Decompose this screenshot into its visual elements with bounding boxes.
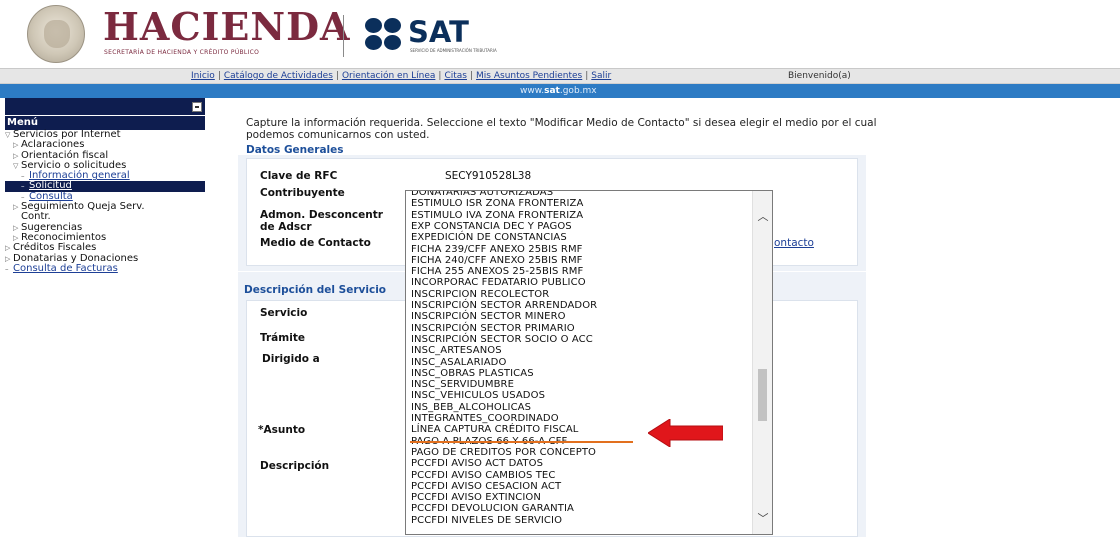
tramite-label: Trámite <box>260 332 305 344</box>
sidebar-menu: Menú ▽ Servicios por Internet ▷ Aclaracion… <box>5 98 205 274</box>
dropdown-option[interactable]: ESTIMULO ISR ZONA FRONTERIZA <box>411 198 583 209</box>
dropdown-option[interactable]: INSCRIPCIÓN SECTOR PRIMARIO <box>411 323 575 334</box>
nav-link-orientacion[interactable]: Orientación en Línea <box>342 71 435 81</box>
modificar-medio-contacto-link[interactable]: ontacto <box>774 237 814 249</box>
dropdown-option[interactable]: FICHA 239/CFF ANEXO 25BIS RMF <box>411 244 583 255</box>
contribuyente-label: Contribuyente <box>260 187 345 199</box>
nav-link-inicio[interactable]: Inicio <box>191 71 215 81</box>
dropdown-option[interactable]: PCCFDI NIVELES DE SERVICIO <box>411 515 562 526</box>
site-header: HACIENDA SECRETARÍA DE HACIENDA Y CRÉDIT… <box>0 0 1120 68</box>
dropdown-option[interactable]: INSC_ASALARIADO <box>411 357 506 368</box>
dropdown-option[interactable]: INS_BEB_ALCOHOLICAS <box>411 402 531 413</box>
highlight-underline <box>410 441 633 443</box>
dropdown-option[interactable]: PCCFDI AVISO EXTINCION <box>411 492 541 503</box>
scrollbar-thumb[interactable] <box>758 369 767 421</box>
dropdown-option[interactable]: INSC_VEHICULOS USADOS <box>411 390 545 401</box>
dropdown-option[interactable]: INSC_OBRAS PLASTICAS <box>411 368 534 379</box>
dropdown-scrollbar[interactable]: ︿ ﹀ <box>752 191 772 534</box>
dropdown-option[interactable]: INSC_ARTESANOS <box>411 345 502 356</box>
sat-title: SAT <box>408 15 469 49</box>
dirigido-a-label: Dirigido a <box>262 353 320 365</box>
hacienda-title: HACIENDA <box>103 4 351 49</box>
dropdown-option[interactable]: INCORPORAC FEDATARIO PUBLICO <box>411 277 586 288</box>
nav-link-salir[interactable]: Salir <box>591 71 611 81</box>
dropdown-option[interactable]: INTEGRANTES_COORDINADO <box>411 413 559 424</box>
dropdown-option[interactable]: DONATARIAS AUTORIZADAS <box>411 191 553 198</box>
top-navigation: Inicio | Catálogo de Actividades | Orientaci… <box>0 68 1120 84</box>
dropdown-option[interactable]: INSCRIPCION RECOLECTOR <box>411 289 549 300</box>
descripcion-label: Descripción <box>260 460 330 472</box>
sat-logo-icon <box>365 18 405 52</box>
nav-link-asuntos-pendientes[interactable]: Mis Asuntos Pendientes <box>476 71 582 81</box>
dropdown-option[interactable]: INSC_SERVIDUMBRE <box>411 379 514 390</box>
dropdown-option[interactable]: ESTIMULO IVA ZONA FRONTERIZA <box>411 210 583 221</box>
asunto-label: *Asunto <box>258 424 306 436</box>
dropdown-option[interactable]: PCCFDI AVISO ACT DATOS <box>411 458 543 469</box>
dropdown-option[interactable]: PCCFDI AVISO CESACION ACT <box>411 481 561 492</box>
dropdown-option[interactable]: FICHA 255 ANEXOS 25-25BIS RMF <box>411 266 583 277</box>
nav-link-citas[interactable]: Citas <box>444 71 467 81</box>
collapse-menu-icon[interactable] <box>192 102 202 112</box>
admon-label: Admon. Desconcentr <box>260 209 383 221</box>
sidebar-header <box>5 98 205 116</box>
scroll-up-icon[interactable]: ︿ <box>757 211 769 223</box>
dropdown-option[interactable]: EXP CONSTANCIA DEC Y PAGOS <box>411 221 572 232</box>
nav-link-catalogo[interactable]: Catálogo de Actividades <box>224 71 333 81</box>
site-url[interactable]: www.sat.gob.mx <box>520 85 597 97</box>
red-arrow-icon <box>648 419 723 447</box>
hacienda-subtitle: SECRETARÍA DE HACIENDA Y CRÉDITO PÚBLICO <box>104 49 260 56</box>
dropdown-option[interactable]: PCCFDI DEVOLUCION GARANTIA <box>411 503 574 514</box>
scroll-down-icon[interactable]: ﹀ <box>757 513 769 525</box>
site-url-band: www.sat.gob.mx <box>0 84 1120 98</box>
dropdown-option[interactable]: EXPEDICIÓN DE CONSTANCIAS <box>411 232 567 243</box>
intro-text: Capture la información requerida. Selecc… <box>246 117 877 141</box>
welcome-text: Bienvenido(a) <box>788 71 851 81</box>
rfc-label: Clave de RFC <box>260 170 338 182</box>
header-divider <box>343 15 344 57</box>
rfc-value: SECY910528L38 <box>445 170 532 182</box>
asunto-dropdown-list[interactable]: DONATARIAS AUTORIZADAS ESTIMULO ISR ZONA … <box>405 190 773 535</box>
admon-label-cont: de Adscr <box>260 221 312 233</box>
descripcion-servicio-title: Descripción del Servicio <box>244 284 387 296</box>
dropdown-option[interactable]: FICHA 240/CFF ANEXO 25BIS RMF <box>411 255 583 266</box>
menu-title: Menú <box>5 116 205 130</box>
top-nav-links: Inicio | Catálogo de Actividades | Orientaci… <box>191 71 612 81</box>
dropdown-option[interactable]: LÍNEA CAPTURA CRÉDITO FISCAL <box>411 424 578 435</box>
medio-contacto-label: Medio de Contacto <box>260 237 371 249</box>
dropdown-option[interactable]: PAGO DE CREDITOS POR CONCEPTO <box>411 447 596 458</box>
sat-subtitle: SERVICIO DE ADMINISTRACIÓN TRIBUTARIA <box>410 48 497 53</box>
national-seal-logo <box>27 5 85 63</box>
dropdown-option[interactable]: INSCRIPCIÓN SECTOR SOCIO O ACC <box>411 334 593 345</box>
dropdown-option[interactable]: INSCRIPCIÓN SECTOR MINERO <box>411 311 566 322</box>
dropdown-option[interactable]: INSCRIPCIÓN SECTOR ARRENDADOR <box>411 300 597 311</box>
sidebar-item-consulta-facturas[interactable]: – Consulta de Facturas <box>5 263 205 274</box>
dropdown-option[interactable]: PCCFDI AVISO CAMBIOS TEC <box>411 470 555 481</box>
servicio-label: Servicio <box>260 307 308 319</box>
